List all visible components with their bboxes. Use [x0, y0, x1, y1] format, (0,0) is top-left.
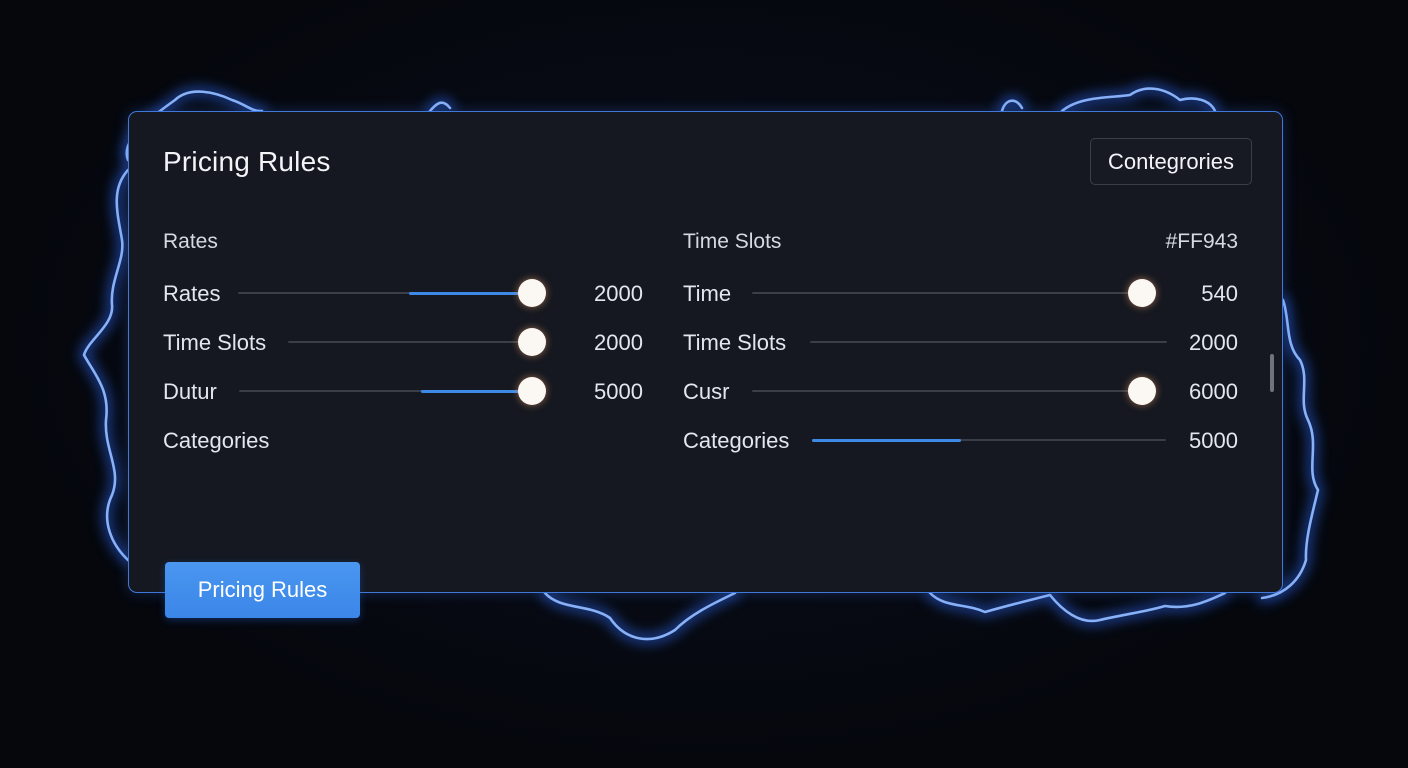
pricing-rules-panel: Pricing Rules Contegrories Rates Time Sl… [128, 111, 1283, 593]
slider-label: Rates [163, 281, 221, 306]
slider-label: Time Slots [163, 330, 267, 355]
slider-track[interactable] [288, 328, 546, 356]
slider-label: Categories [683, 428, 790, 453]
slider-track[interactable] [810, 341, 1167, 343]
slider-thumb[interactable] [1128, 279, 1156, 307]
slider-track[interactable] [812, 438, 1166, 442]
slider-row-time-slots: Time Slots 2000 [163, 324, 643, 360]
slider-row-categories: Categories 5000 [683, 422, 1238, 458]
slider-row-time-slots-right: Time Slots 2000 [683, 324, 1238, 360]
slider-thumb[interactable] [1128, 377, 1156, 405]
categories-button[interactable]: Contegrories [1090, 138, 1252, 185]
stage: Pricing Rules Contegrories Rates Time Sl… [0, 0, 1408, 768]
slider-thumb[interactable] [518, 279, 546, 307]
row-categories-left: Categories [163, 422, 643, 458]
slider-label: Cusr [683, 379, 730, 404]
right-column-header: Time Slots [683, 230, 782, 253]
slider-label: Dutur [163, 379, 217, 404]
slider-row-cusr: Cusr 6000 [683, 373, 1238, 409]
slider-track[interactable] [238, 279, 546, 307]
slider-label: Time Slots [683, 330, 787, 355]
slider-value: 2000 [594, 330, 643, 355]
slider-fill [420, 389, 532, 393]
slider-fill [408, 291, 532, 295]
slider-track[interactable] [239, 377, 546, 405]
slider-label: Time [683, 281, 732, 306]
color-code: #FF943 [1165, 230, 1238, 253]
slider-row-dutur: Dutur 5000 [163, 373, 643, 409]
panel-title: Pricing Rules [163, 146, 331, 177]
slider-thumb[interactable] [518, 377, 546, 405]
scrollbar[interactable] [1270, 354, 1274, 392]
slider-value: 540 [1201, 281, 1238, 306]
pricing-rules-button[interactable]: Pricing Rules [165, 562, 360, 618]
slider-row-time: Time 540 [683, 275, 1238, 311]
slider-value: 2000 [594, 281, 643, 306]
left-column-header: Rates [163, 230, 218, 253]
slider-value: 6000 [1189, 379, 1238, 404]
slider-value: 2000 [1189, 330, 1238, 355]
slider-row-rates: Rates 2000 [163, 275, 643, 311]
slider-fill [812, 438, 961, 442]
slider-track[interactable] [752, 279, 1156, 307]
slider-label: Categories [163, 428, 270, 453]
slider-thumb[interactable] [518, 328, 546, 356]
slider-value: 5000 [1189, 428, 1238, 453]
slider-value: 5000 [594, 379, 643, 404]
slider-track[interactable] [752, 377, 1156, 405]
